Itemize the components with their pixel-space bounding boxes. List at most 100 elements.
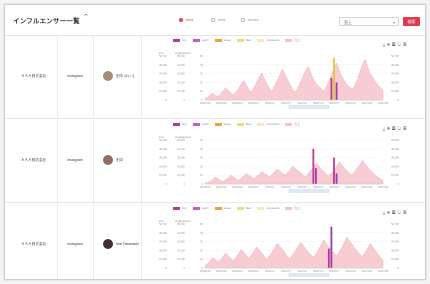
metric-bar[interactable] — [327, 248, 330, 268]
legend-item[interactable]: saves — [214, 38, 231, 42]
chevron-up-icon[interactable]: ⌃ — [83, 13, 89, 21]
legend-swatch — [214, 122, 222, 126]
y-tick-label: 40,000 — [159, 63, 167, 67]
platform-name: Instagram — [67, 74, 83, 78]
influencer-name[interactable]: 田中 ゆいえ — [116, 74, 135, 79]
legend-swatch — [236, 206, 244, 210]
x-tick-label: 2023/6/27 — [248, 102, 259, 105]
date-range-slider[interactable] — [288, 189, 330, 193]
metric-bar[interactable] — [335, 173, 338, 184]
legend-item[interactable]: saves — [214, 122, 231, 126]
legend-item[interactable]: likes — [236, 38, 251, 42]
legend-item[interactable]: likes — [236, 206, 252, 210]
legend-item[interactable]: likes — [236, 122, 251, 126]
legend-swatch — [173, 206, 180, 210]
legend-item[interactable]: reach — [192, 206, 209, 210]
engagement-chart[interactable]: imp engagement50,000 50,000 50 50,00040,000 4… — [147, 48, 419, 114]
y-tick-label: 40,000 — [159, 147, 167, 151]
legend-item[interactable]: 売上 — [285, 122, 300, 126]
y-tick-label: 50,000 — [159, 222, 167, 226]
x-tick-label: 2023/7/9 — [297, 270, 307, 273]
legend-item[interactable]: 売上 — [285, 38, 300, 42]
y-tick-label: 30,000 — [177, 240, 185, 244]
client-name: ＡＡＡ株式会社 — [21, 242, 47, 246]
chart-toolbar: ⤓⊕▤↻▣ — [383, 126, 409, 131]
x-tick-label: 2023/7/21 — [345, 186, 356, 189]
metric-bar[interactable] — [330, 78, 333, 100]
y-tick-label: 10 — [200, 89, 203, 93]
y-tick-label: 20 — [200, 164, 203, 168]
legend-item[interactable]: imp — [173, 38, 187, 42]
y-tick-label: 50,000 — [159, 54, 167, 58]
date-range-slider[interactable] — [288, 273, 330, 277]
sales-area-series[interactable] — [204, 236, 384, 269]
x-tick-label: 2023/7/25 — [361, 270, 372, 273]
x-tick-label: 2023/6/15 — [200, 270, 211, 273]
legend-label: imp — [182, 206, 187, 210]
metric-bar[interactable] — [315, 168, 317, 184]
sales-area-series[interactable] — [204, 58, 384, 101]
legend-item[interactable]: comments — [257, 206, 279, 210]
y-tick-label: 0 — [166, 266, 168, 270]
search-button[interactable]: 検索 — [403, 17, 420, 26]
metric-bar[interactable] — [335, 82, 338, 100]
filter-radio-feed[interactable]: feed — [179, 18, 193, 22]
y-tick-label: 0 — [184, 98, 186, 102]
radio-dot-icon — [179, 18, 183, 22]
save-icon[interactable]: ▣ — [403, 210, 408, 215]
x-tick-label: 2023/7/5 — [281, 186, 291, 189]
y-tick-label: 50,000 — [177, 54, 185, 58]
x-tick-label: 2023/7/5 — [281, 270, 291, 273]
y-tick-label: 10,000 — [159, 89, 167, 93]
engagement-chart[interactable]: imp engagement50,000 50,000 50 50,00040,000 4… — [147, 216, 419, 280]
legend-label: 売上 — [294, 122, 300, 126]
legend-item[interactable]: 売上 — [285, 206, 300, 210]
influencer-name[interactable]: Mai Takahashi — [116, 242, 139, 246]
platform-name: Instagram — [67, 242, 83, 246]
x-tick-label: 2023/7/21 — [345, 102, 356, 105]
save-icon[interactable]: ▣ — [403, 42, 408, 47]
legend-item[interactable]: comments — [257, 38, 279, 42]
y-tick-label: 0 — [184, 182, 186, 186]
y-tick-label: 20 — [200, 80, 203, 84]
y-tick-label: 0 — [398, 98, 400, 102]
legend-label: likes — [245, 206, 252, 210]
sales-area-series[interactable] — [204, 159, 384, 185]
avatar[interactable] — [103, 155, 113, 165]
legend-item[interactable]: saves — [214, 206, 231, 210]
y-tick-label: 10 — [200, 257, 203, 261]
legend-label: reach — [201, 206, 209, 210]
legend-swatch — [285, 38, 293, 42]
engagement-chart[interactable]: imp engagement50,000 50,000 50 50,00040,000 4… — [147, 132, 419, 198]
metric-select[interactable]: 売上 ▾ — [339, 17, 399, 26]
legend-label: comments — [266, 122, 280, 126]
y-tick-label: 10,000 — [391, 257, 399, 261]
metric-bar[interactable] — [312, 148, 315, 184]
y-tick-label: 20,000 — [391, 80, 399, 84]
metric-bar[interactable] — [333, 57, 335, 100]
legend-swatch — [214, 38, 222, 42]
date-range-slider[interactable] — [288, 105, 330, 109]
select-value: 売上 — [344, 20, 352, 25]
metric-bar[interactable] — [333, 157, 335, 184]
metric-bar[interactable] — [330, 226, 333, 268]
legend-label: saves — [223, 122, 231, 126]
legend-item[interactable]: imp — [173, 206, 187, 210]
y-tick-label: 10,000 — [177, 173, 185, 177]
y-tick-label: 40 — [200, 63, 203, 67]
save-icon[interactable]: ▣ — [403, 126, 408, 131]
filter-radio-stories[interactable]: stories — [241, 18, 259, 22]
y-tick-label: 20 — [200, 248, 203, 252]
filter-label: feed — [186, 18, 193, 22]
influencer-name[interactable]: 田中 — [116, 158, 123, 163]
avatar[interactable] — [103, 71, 113, 81]
legend-item[interactable]: reach — [192, 38, 209, 42]
legend-item[interactable]: reach — [192, 122, 209, 126]
column-divider — [57, 120, 58, 202]
x-tick-label: 2023/7/1 — [265, 270, 275, 273]
legend-item[interactable]: imp — [173, 122, 187, 126]
legend-item[interactable]: comments — [257, 122, 279, 126]
avatar[interactable] — [103, 239, 113, 249]
platform-name: Instagram — [67, 158, 83, 162]
filter-radio-reels[interactable]: reels — [211, 18, 226, 22]
